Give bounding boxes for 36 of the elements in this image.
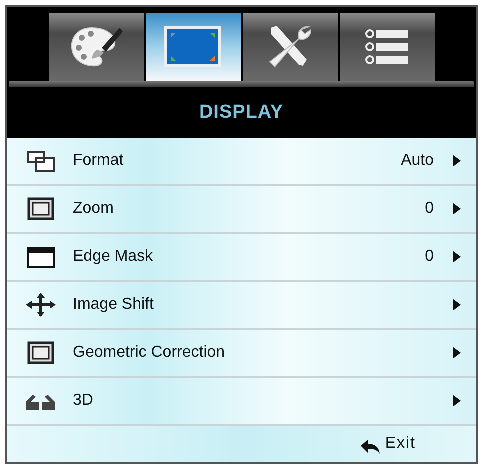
menu-row[interactable]: 3D	[7, 378, 476, 426]
menu-row[interactable]: Edge Mask 0	[7, 234, 476, 282]
arrow-right-icon	[452, 299, 462, 311]
palette-icon	[71, 28, 123, 67]
exit-button[interactable]: Exit	[361, 434, 416, 454]
frame-icon	[25, 341, 57, 365]
item-label: Image Shift	[73, 296, 155, 314]
item-label: Geometric Correction	[73, 344, 226, 362]
menu-row[interactable]: Image Shift	[7, 282, 476, 330]
item-label: Zoom	[73, 200, 115, 218]
arrow-right-icon	[452, 347, 462, 359]
menu-tab[interactable]	[48, 13, 144, 81]
return-arrow-icon	[361, 440, 382, 454]
tools-icon	[270, 26, 312, 68]
menu-tab[interactable]	[340, 13, 434, 81]
item-label: Edge Mask	[73, 248, 154, 266]
arrow-right-icon	[452, 251, 462, 263]
menu-title: DISPLAY	[199, 102, 284, 124]
format-icon	[25, 149, 57, 173]
menu-row[interactable]: Format Auto	[7, 138, 476, 186]
arrow-right-icon	[452, 395, 462, 407]
item-label: 3D	[73, 392, 94, 410]
item-value: Auto	[401, 152, 434, 170]
screen-icon	[164, 26, 222, 68]
arrow-right-icon	[452, 155, 462, 167]
arrow-right-icon	[452, 203, 462, 215]
move-arrows-icon	[25, 293, 57, 317]
menu-row[interactable]: Geometric Correction	[7, 330, 476, 378]
frame-icon	[25, 197, 57, 221]
item-label: Format	[73, 152, 125, 170]
window-icon	[25, 245, 57, 269]
list-icon	[366, 30, 408, 64]
item-value: 0	[425, 200, 434, 218]
menu-row[interactable]: Zoom 0	[7, 186, 476, 234]
item-value: 0	[425, 248, 434, 266]
menu-tab[interactable]	[242, 13, 338, 81]
